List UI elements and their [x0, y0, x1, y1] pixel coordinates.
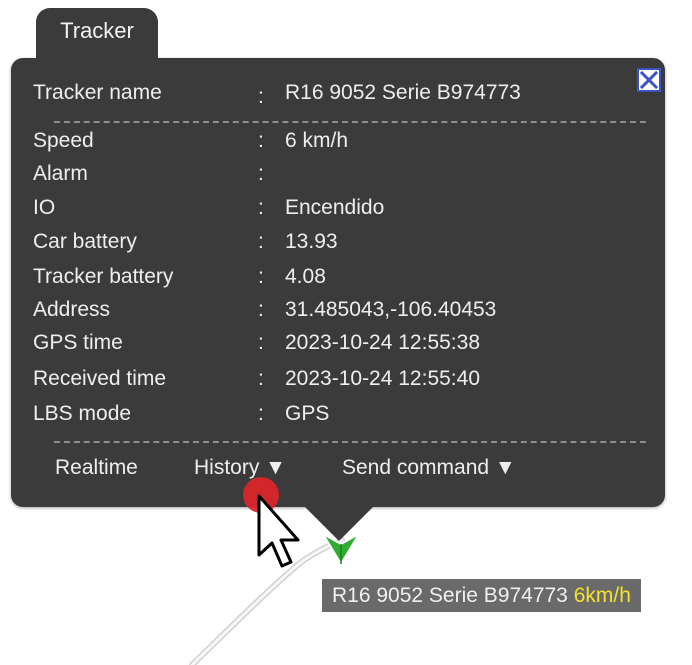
- separator: :: [258, 265, 264, 288]
- close-button[interactable]: [637, 68, 661, 92]
- speed-value: 6 km/h: [285, 129, 349, 152]
- mouse-pointer-icon: [243, 477, 300, 568]
- tab-tracker-label: Tracker: [60, 18, 134, 43]
- address-value: 31.485043,-106.40453: [285, 298, 497, 321]
- separator: :: [258, 162, 264, 185]
- separator: :: [258, 331, 264, 354]
- io-label: IO: [33, 196, 56, 219]
- separator: :: [258, 367, 264, 390]
- separator: :: [258, 402, 264, 425]
- close-icon: [639, 70, 659, 90]
- io-value: Encendido: [285, 196, 385, 219]
- separator: :: [258, 85, 264, 108]
- received-time-label: Received time: [33, 367, 167, 390]
- gps-time-value: 2023-10-24 12:55:38: [285, 331, 480, 354]
- separator: :: [258, 298, 264, 321]
- realtime-link[interactable]: Realtime: [55, 455, 138, 481]
- divider-bottom: [54, 441, 646, 443]
- alarm-label: Alarm: [33, 162, 88, 185]
- separator: :: [258, 196, 264, 219]
- tab-tracker[interactable]: Tracker: [36, 8, 158, 66]
- map-view[interactable]: Tracker Tracker name : R16 9052 Serie B9…: [0, 0, 692, 665]
- received-time-value: 2023-10-24 12:55:40: [285, 367, 480, 390]
- car-battery-value: 13.93: [285, 230, 338, 253]
- tracker-info-popup: Tracker name : R16 9052 Serie B974773 Sp…: [11, 58, 665, 507]
- separator: :: [258, 230, 264, 253]
- lbs-mode-value: GPS: [285, 402, 330, 425]
- gps-time-label: GPS time: [33, 331, 123, 354]
- lbs-mode-label: LBS mode: [33, 402, 132, 425]
- separator: :: [258, 129, 264, 152]
- send-command-dropdown[interactable]: Send command ▼: [342, 455, 516, 481]
- vehicle-direction-marker-icon[interactable]: [321, 528, 361, 568]
- vehicle-map-label-speed: 6km/h: [573, 584, 631, 607]
- vehicle-map-label-name: R16 9052 Serie B974773: [332, 584, 568, 607]
- address-label: Address: [33, 298, 111, 321]
- tracker-battery-value: 4.08: [285, 265, 326, 288]
- speed-label: Speed: [33, 129, 94, 152]
- car-battery-label: Car battery: [33, 230, 137, 253]
- tracker-battery-label: Tracker battery: [33, 265, 174, 288]
- divider-top: [54, 121, 646, 123]
- tracker-name-label: Tracker name: [33, 81, 162, 104]
- vehicle-map-label: R16 9052 Serie B974773 6km/h: [322, 579, 641, 612]
- tracker-name-value: R16 9052 Serie B974773: [285, 81, 521, 104]
